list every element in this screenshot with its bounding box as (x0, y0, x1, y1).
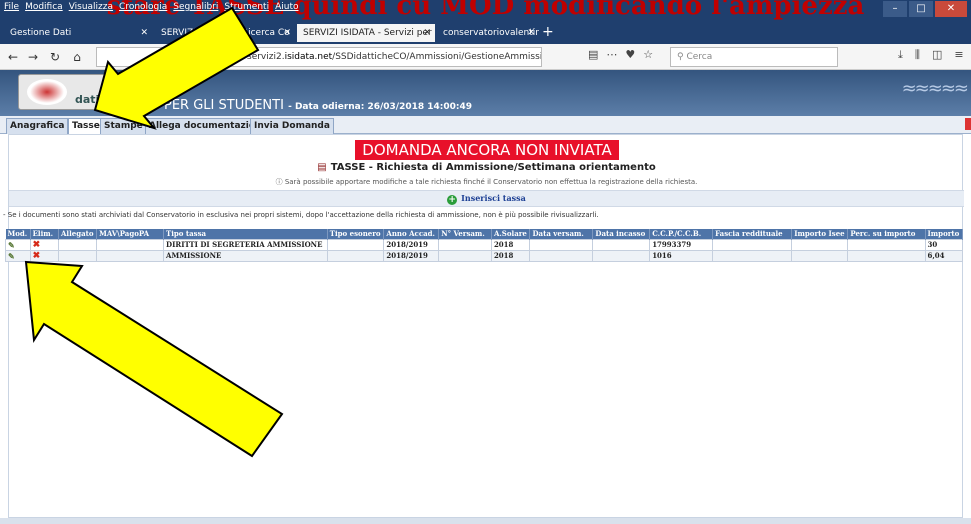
arrow-to-tasse-tab (93, 6, 260, 130)
annotation-arrows (24, 6, 284, 458)
arrow-to-edit-icon (24, 260, 284, 458)
